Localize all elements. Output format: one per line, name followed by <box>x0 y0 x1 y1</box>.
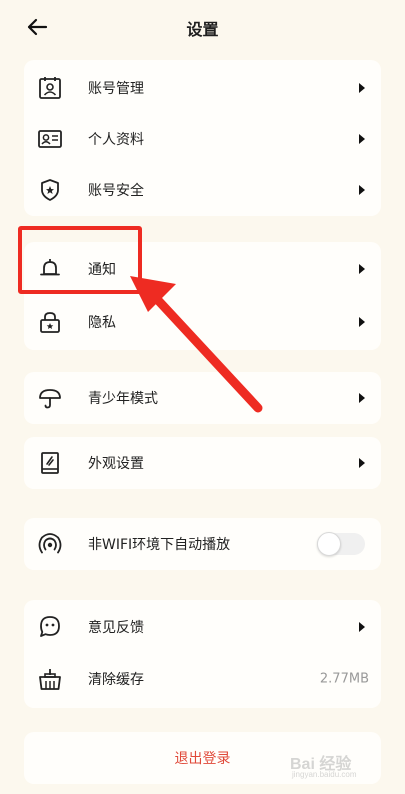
row-label: 非WIFI环境下自动播放 <box>88 537 231 553</box>
row-personal-profile[interactable]: 个人资料 <box>24 113 381 165</box>
settings-group-account: 账号管理 个人资料 账号安全 <box>24 60 381 216</box>
settings-group-autoplay: 非WIFI环境下自动播放 <box>24 518 381 570</box>
privacy-lock-icon <box>40 312 60 333</box>
row-appearance[interactable]: 外观设置 <box>24 437 381 489</box>
annotation-highlight-box <box>18 226 142 294</box>
chevron-right-icon <box>359 317 365 327</box>
row-feedback[interactable]: 意见反馈 <box>24 601 381 653</box>
row-label: 意见反馈 <box>88 620 144 636</box>
feedback-chat-icon <box>40 616 60 637</box>
row-label: 隐私 <box>88 315 116 331</box>
cache-size-value: 2.77MB <box>319 671 369 687</box>
shield-icon <box>41 179 59 201</box>
umbrella-icon <box>39 389 61 409</box>
chevron-right-icon <box>359 458 365 468</box>
row-autoplay-non-wifi: 非WIFI环境下自动播放 <box>24 518 381 570</box>
row-account-management[interactable]: 账号管理 <box>24 62 381 114</box>
settings-group-misc: 意见反馈 清除缓存 2.77MB <box>24 600 381 708</box>
row-teen-mode[interactable]: 青少年模式 <box>24 372 381 424</box>
row-account-security[interactable]: 账号安全 <box>24 164 381 216</box>
account-manage-icon <box>39 77 61 99</box>
header-bar: 设置 <box>0 0 405 54</box>
watermark-sub: jingyan.baidu.com <box>292 770 357 779</box>
profile-card-icon <box>38 130 62 148</box>
baidu-watermark: Bai 经验 jingyan.baidu.com <box>290 740 390 780</box>
autoplay-toggle[interactable] <box>317 532 365 556</box>
chevron-right-icon <box>359 83 365 93</box>
row-privacy[interactable]: 隐私 <box>24 296 381 348</box>
clear-cache-basket-icon <box>39 669 61 690</box>
row-label: 清除缓存 <box>88 672 144 688</box>
row-label: 外观设置 <box>88 456 144 472</box>
appearance-book-icon <box>41 452 59 474</box>
toggle-knob <box>317 532 341 556</box>
chevron-right-icon <box>359 264 365 274</box>
chevron-right-icon <box>359 134 365 144</box>
chevron-right-icon <box>359 393 365 403</box>
page-title: 设置 <box>186 20 219 39</box>
chevron-right-icon <box>359 185 365 195</box>
row-label: 个人资料 <box>88 132 144 148</box>
broadcast-icon <box>38 533 62 554</box>
row-label: 账号管理 <box>88 81 144 97</box>
row-clear-cache[interactable]: 清除缓存 2.77MB <box>24 653 381 705</box>
chevron-right-icon <box>359 622 365 632</box>
settings-group-teen: 青少年模式 <box>24 372 381 424</box>
row-label: 青少年模式 <box>88 391 158 407</box>
row-label: 账号安全 <box>88 183 144 199</box>
settings-group-appearance: 外观设置 <box>24 437 381 489</box>
